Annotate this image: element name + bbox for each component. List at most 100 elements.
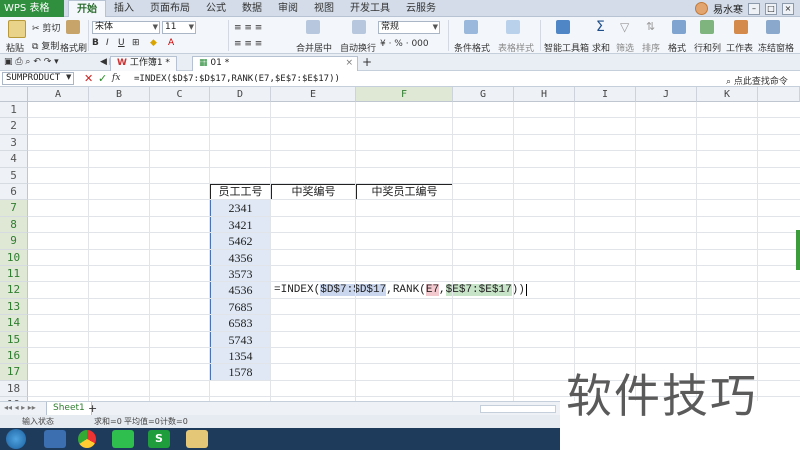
column-header[interactable]: F xyxy=(356,87,453,102)
row-header[interactable]: 1 xyxy=(0,102,28,119)
menu-item[interactable]: 页面布局 xyxy=(142,0,198,17)
row-header[interactable]: 13 xyxy=(0,298,28,316)
wps-spreadsheet-icon[interactable]: S xyxy=(148,430,170,448)
column-header[interactable] xyxy=(758,87,800,102)
confirm-icon[interactable]: ✓ xyxy=(98,72,107,85)
menu-item[interactable]: 视图 xyxy=(306,0,342,17)
menu-item[interactable]: 数据 xyxy=(234,0,270,17)
row-header[interactable]: 7 xyxy=(0,200,28,217)
avatar[interactable] xyxy=(695,2,708,15)
row-header[interactable]: 11 xyxy=(0,266,28,283)
column-header[interactable]: J xyxy=(636,87,697,102)
format-icon[interactable] xyxy=(672,20,686,34)
cut-button[interactable]: ✂ 剪切 xyxy=(32,21,60,34)
bold-button[interactable]: B xyxy=(92,38,99,48)
maximize-icon[interactable]: □ xyxy=(765,2,777,15)
toolbox-icon[interactable] xyxy=(556,20,570,34)
menu-item[interactable]: 开发工具 xyxy=(342,0,398,17)
formula-input[interactable]: =INDEX($D$7:$D$17,RANK(E7,$E$7:$E$17)) xyxy=(134,72,340,86)
column-header[interactable]: G xyxy=(453,87,514,102)
row-header[interactable]: 5 xyxy=(0,167,28,184)
row-header[interactable]: 10 xyxy=(0,249,28,266)
menu-item[interactable]: 云服务 xyxy=(398,0,444,17)
underline-button[interactable]: U xyxy=(118,38,125,48)
windows-start-icon[interactable] xyxy=(6,429,26,449)
employee-id-cell[interactable]: 1578 xyxy=(210,364,271,381)
row-header[interactable]: 17 xyxy=(0,364,28,381)
employee-id-cell[interactable]: 7685 xyxy=(210,298,271,316)
menu-item[interactable]: 审阅 xyxy=(270,0,306,17)
row-header[interactable]: 6 xyxy=(0,184,28,201)
table-style-button[interactable]: 表格样式 xyxy=(498,41,534,54)
wechat-icon[interactable] xyxy=(112,430,134,448)
employee-id-cell[interactable]: 3573 xyxy=(210,266,271,283)
wrap-text-button[interactable]: 自动换行 xyxy=(340,41,376,54)
font-size-select[interactable]: 11 ▼ xyxy=(162,21,196,34)
sheet-tab-sheet1[interactable]: Sheet1 xyxy=(46,402,92,416)
command-search[interactable]: ⌕ 点此查找命令 xyxy=(726,74,788,87)
employee-id-cell[interactable]: 5743 xyxy=(210,331,271,348)
column-header[interactable]: C xyxy=(150,87,210,102)
row-col-icon[interactable] xyxy=(700,20,714,34)
quick-access-icons[interactable]: ▣ ⎙ ⌕ ↶ ↷ ▾ xyxy=(4,57,59,67)
app-menu-button[interactable]: WPS 表格 xyxy=(0,0,64,17)
row-header[interactable]: 15 xyxy=(0,331,28,348)
explorer-icon[interactable] xyxy=(44,430,66,448)
sort-icon[interactable]: ⇅ xyxy=(646,20,655,33)
font-name-select[interactable]: 宋体 ▼ xyxy=(92,21,160,34)
worksheet-button[interactable]: 工作表 xyxy=(726,41,753,54)
employee-id-cell[interactable]: 1354 xyxy=(210,348,271,365)
filter-button[interactable]: 筛选 xyxy=(616,41,634,54)
row-header[interactable]: 16 xyxy=(0,348,28,365)
menu-item[interactable]: 公式 xyxy=(198,0,234,17)
sum-button[interactable]: 求和 xyxy=(592,41,610,54)
horizontal-scrollbar[interactable] xyxy=(480,405,556,413)
column-header[interactable]: K xyxy=(697,87,758,102)
employee-id-cell[interactable]: 4536 xyxy=(210,282,271,299)
align-left-icon[interactable]: ≡ ≡ ≡ xyxy=(234,39,262,49)
new-tab-icon[interactable]: + xyxy=(362,55,372,69)
name-box[interactable]: SUMPRODUCT xyxy=(2,72,74,85)
smart-toolbox-button[interactable]: 智能工具箱 xyxy=(544,41,589,54)
column-header[interactable]: B xyxy=(89,87,150,102)
table-style-icon[interactable] xyxy=(506,20,520,34)
number-format-select[interactable]: 常规 ▼ xyxy=(378,21,440,34)
merge-center-button[interactable]: 合并居中 xyxy=(296,41,332,54)
employee-id-cell[interactable]: 2341 xyxy=(210,200,271,217)
filter-icon[interactable]: ▽ xyxy=(620,20,629,34)
worksheet-icon[interactable] xyxy=(734,20,748,34)
row-col-button[interactable]: 行和列 xyxy=(694,41,721,54)
employee-id-cell[interactable]: 3421 xyxy=(210,216,271,234)
border-icon[interactable]: ⊞ xyxy=(132,38,140,48)
column-header[interactable]: A xyxy=(28,87,89,102)
copy-button[interactable]: ⧉ 复制 xyxy=(32,39,59,52)
row-header[interactable]: 14 xyxy=(0,315,28,332)
italic-button[interactable]: I xyxy=(106,38,109,48)
close-icon[interactable]: × xyxy=(782,2,794,15)
brush-icon[interactable] xyxy=(66,20,80,34)
minimize-icon[interactable]: – xyxy=(748,2,760,15)
fx-button[interactable]: fx xyxy=(112,73,120,83)
sigma-icon[interactable]: Σ xyxy=(596,19,605,35)
row-header[interactable]: 3 xyxy=(0,134,28,152)
employee-id-cell[interactable]: 4356 xyxy=(210,249,271,266)
wrap-icon[interactable] xyxy=(352,20,366,34)
in-cell-formula[interactable]: =INDEX($D$7:$D$17,RANK(E7,$E$7:$E$17)) xyxy=(274,283,527,297)
menu-item[interactable]: 插入 xyxy=(106,0,142,17)
row-header[interactable]: 9 xyxy=(0,233,28,250)
folder-icon[interactable] xyxy=(186,430,208,448)
column-header[interactable]: H xyxy=(514,87,575,102)
employee-id-cell[interactable]: 5462 xyxy=(210,233,271,250)
sheet-nav-icon[interactable]: ◂◂ ◂ ▸ ▸▸ xyxy=(4,403,36,412)
menu-item[interactable]: 开始 xyxy=(68,0,106,17)
row-header[interactable]: 4 xyxy=(0,151,28,168)
close-tab-icon[interactable]: × xyxy=(345,57,353,70)
paste-icon[interactable] xyxy=(8,20,26,38)
conditional-format-icon[interactable] xyxy=(464,20,478,34)
font-color-icon[interactable]: A xyxy=(168,38,174,48)
merge-icon[interactable] xyxy=(306,20,320,34)
tab-workbook[interactable]: W 工作簿1 * xyxy=(110,56,177,71)
chrome-icon[interactable] xyxy=(78,430,96,448)
column-header[interactable]: I xyxy=(575,87,636,102)
format-button[interactable]: 格式 xyxy=(668,41,686,54)
